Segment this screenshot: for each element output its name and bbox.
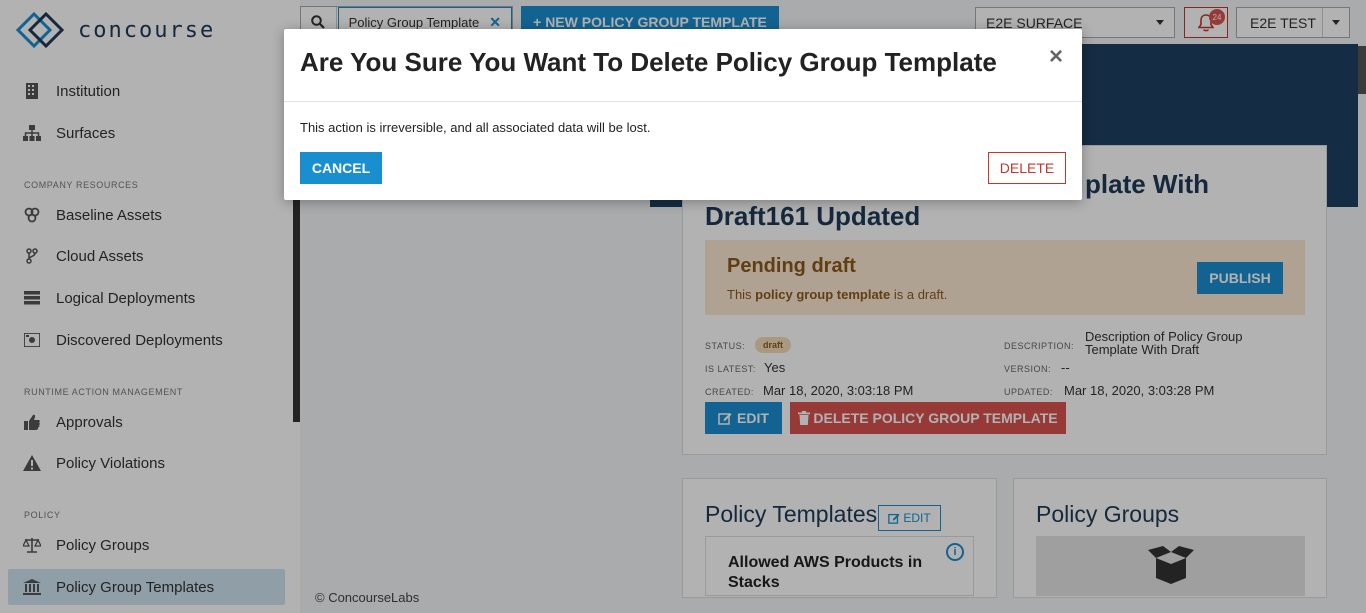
modal-header: Are You Sure You Want To Delete Policy G… bbox=[284, 29, 1082, 102]
modal-title: Are You Sure You Want To Delete Policy G… bbox=[300, 47, 997, 77]
delete-confirmation-modal: Are You Sure You Want To Delete Policy G… bbox=[284, 29, 1082, 200]
modal-body-text: This action is irreversible, and all ass… bbox=[300, 120, 651, 135]
cancel-button[interactable]: CANCEL bbox=[300, 152, 382, 184]
confirm-delete-button[interactable]: DELETE bbox=[988, 152, 1066, 184]
close-icon[interactable]: × bbox=[1049, 43, 1063, 71]
